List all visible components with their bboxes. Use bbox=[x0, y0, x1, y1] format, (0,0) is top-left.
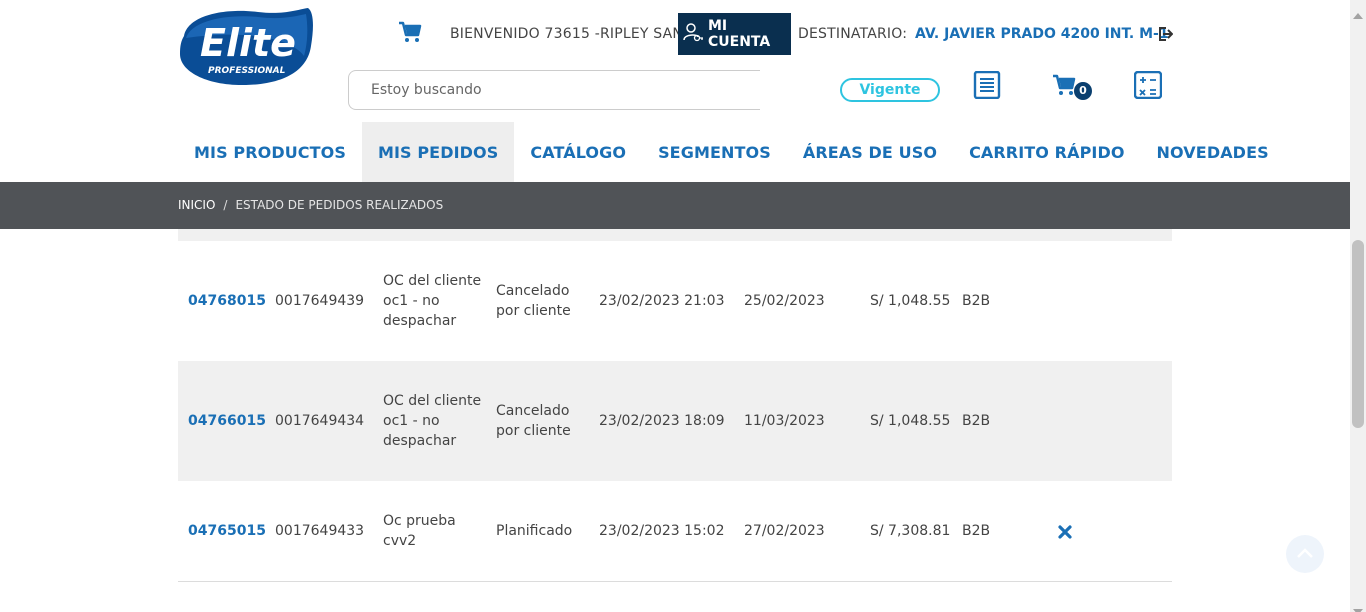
status-badge: Vigente bbox=[840, 78, 940, 102]
orders-table: 04768015 0017649439 OC del cliente oc1 -… bbox=[178, 229, 1172, 581]
user-key-icon bbox=[682, 21, 704, 47]
order-created-date: 23/02/2023 18:09 bbox=[599, 413, 725, 429]
order-channel: B2B bbox=[962, 413, 991, 429]
order-reference: Oc prueba cvv2 bbox=[383, 511, 456, 551]
close-icon[interactable] bbox=[1058, 524, 1072, 539]
breadcrumb-current: ESTADO DE PEDIDOS REALIZADOS bbox=[235, 198, 444, 212]
document-number: 0017649439 bbox=[275, 293, 365, 309]
order-delivery-date: 25/02/2023 bbox=[744, 293, 825, 309]
order-reference-line: Oc prueba bbox=[383, 513, 456, 529]
order-reference-line: despachar bbox=[383, 313, 457, 329]
order-number-link[interactable]: 04765015 bbox=[188, 521, 266, 541]
order-reference-line: despachar bbox=[383, 433, 457, 449]
my-account-button[interactable]: MI CUENTA bbox=[678, 13, 791, 55]
calculator-icon[interactable] bbox=[1133, 70, 1163, 100]
order-reference: OC del cliente oc1 - no despachar bbox=[383, 271, 481, 331]
order-reference: OC del cliente oc1 - no despachar bbox=[383, 391, 481, 451]
order-status-line: Planificado bbox=[496, 523, 573, 539]
cart-icon[interactable] bbox=[398, 20, 422, 44]
document-number: 0017649434 bbox=[275, 413, 365, 429]
my-account-label: MI CUENTA bbox=[708, 18, 771, 50]
nav-item-carrito-rapido[interactable]: CARRITO RÁPIDO bbox=[953, 122, 1140, 182]
order-channel: B2B bbox=[962, 523, 991, 539]
order-status: Cancelado por cliente bbox=[496, 281, 571, 321]
scroll-down-arrow-icon[interactable] bbox=[1353, 600, 1363, 612]
order-created-date: 23/02/2023 15:02 bbox=[599, 523, 725, 539]
order-reference-line: cvv2 bbox=[383, 533, 417, 549]
order-status-line: por cliente bbox=[496, 303, 571, 319]
nav-item-areas-de-uso[interactable]: ÁREAS DE USO bbox=[787, 122, 953, 182]
nav-item-novedades[interactable]: NOVEDADES bbox=[1141, 122, 1285, 182]
table-row: 04766015 0017649434 OC del cliente oc1 -… bbox=[178, 361, 1172, 481]
elite-logo[interactable]: Elite PROFESSIONAL bbox=[178, 6, 315, 86]
order-amount: S/ 7,308.81 bbox=[870, 523, 951, 539]
breadcrumb: INICIO / ESTADO DE PEDIDOS REALIZADOS bbox=[178, 198, 443, 212]
order-status-line: Cancelado bbox=[496, 283, 570, 299]
logo-subtext: PROFESSIONAL bbox=[208, 66, 286, 76]
order-status-line: Cancelado bbox=[496, 403, 570, 419]
nav-item-segmentos[interactable]: SEGMENTOS bbox=[642, 122, 787, 182]
list-icon[interactable] bbox=[973, 70, 1001, 100]
main-nav: MIS PRODUCTOS MIS PEDIDOS CATÁLOGO SEGME… bbox=[178, 122, 1285, 182]
order-amount: S/ 1,048.55 bbox=[870, 293, 951, 309]
table-row: 04765015 0017649433 Oc prueba cvv2 Plani… bbox=[178, 481, 1172, 581]
breadcrumb-separator: / bbox=[223, 198, 228, 212]
table-row: 04768015 0017649439 OC del cliente oc1 -… bbox=[178, 241, 1172, 361]
recipient-label: DESTINATARIO: bbox=[798, 26, 908, 42]
cart-count-badge: 0 bbox=[1074, 82, 1092, 100]
arrow-up-icon[interactable] bbox=[1286, 535, 1324, 573]
logout-icon[interactable] bbox=[1157, 26, 1174, 42]
recipient-address[interactable]: AV. JAVIER PRADO 4200 INT. M-1 bbox=[915, 26, 1169, 42]
order-reference-line: oc1 - no bbox=[383, 413, 440, 429]
order-status-line: por cliente bbox=[496, 423, 571, 439]
nav-item-mis-pedidos[interactable]: MIS PEDIDOS bbox=[361, 122, 515, 182]
order-channel: B2B bbox=[962, 293, 991, 309]
welcome-text: BIENVENIDO 73615 -RIPLEY SAN bbox=[450, 26, 684, 42]
order-delivery-date: 27/02/2023 bbox=[744, 523, 825, 539]
order-delivery-date: 11/03/2023 bbox=[744, 413, 825, 429]
logo-text: Elite bbox=[200, 21, 296, 65]
order-number-link[interactable]: 04768015 bbox=[188, 291, 266, 311]
search-input[interactable] bbox=[348, 70, 760, 110]
cart-icon[interactable] bbox=[1052, 73, 1076, 97]
table-row-partial bbox=[178, 229, 1172, 241]
breadcrumb-home[interactable]: INICIO bbox=[178, 198, 215, 212]
order-reference-line: OC del cliente bbox=[383, 273, 482, 289]
order-reference-line: oc1 - no bbox=[383, 293, 440, 309]
scrollbar-thumb[interactable] bbox=[1352, 240, 1364, 428]
order-number-link[interactable]: 04766015 bbox=[188, 411, 266, 431]
document-number: 0017649433 bbox=[275, 523, 365, 539]
page: Elite PROFESSIONAL BIENVENIDO 73615 -RIP… bbox=[0, 0, 1366, 612]
nav-item-mis-productos[interactable]: MIS PRODUCTOS bbox=[178, 122, 362, 182]
scroll-up-arrow-icon[interactable] bbox=[1353, 4, 1363, 19]
table-divider bbox=[178, 581, 1172, 582]
order-status: Planificado bbox=[496, 521, 572, 541]
order-reference-line: OC del cliente bbox=[383, 393, 482, 409]
order-created-date: 23/02/2023 21:03 bbox=[599, 293, 725, 309]
order-status: Cancelado por cliente bbox=[496, 401, 571, 441]
nav-item-catalogo[interactable]: CATÁLOGO bbox=[514, 122, 642, 182]
order-amount: S/ 1,048.55 bbox=[870, 413, 951, 429]
